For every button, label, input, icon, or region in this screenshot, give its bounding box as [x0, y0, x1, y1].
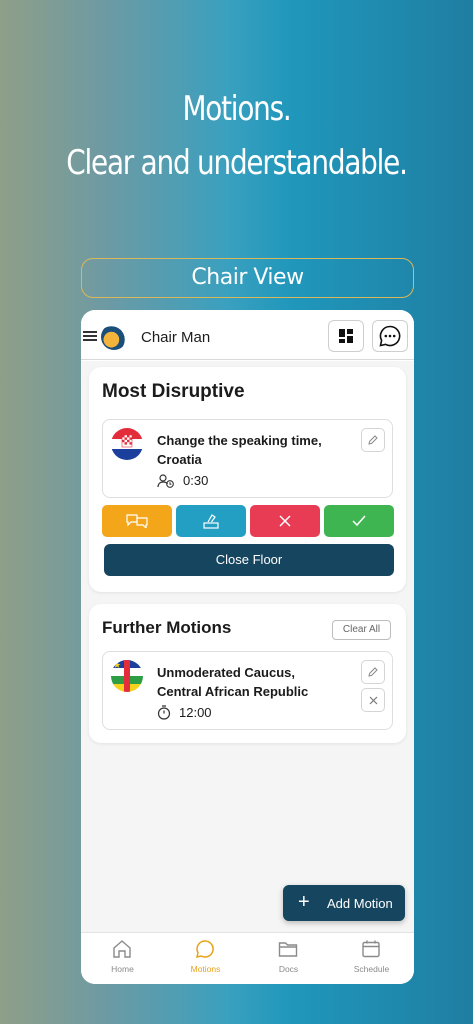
tab-home[interactable]: Home: [81, 933, 164, 984]
motion-title: Change the speaking time, Croatia: [157, 433, 322, 467]
add-motion-button[interactable]: + Add Motion: [283, 885, 405, 921]
further-motions-card: Further Motions Clear All Unmoderated Ca…: [89, 604, 406, 743]
tab-label: Motions: [190, 964, 221, 974]
stopwatch-icon: [157, 705, 171, 720]
time-value: 0:30: [183, 473, 209, 488]
card-title: Further Motions: [102, 618, 232, 637]
chat-bubble-icon: [195, 940, 214, 959]
tab-motions[interactable]: Motions: [164, 933, 247, 984]
chair-view-pill: Chair View: [81, 258, 414, 298]
action-buttons: [102, 505, 394, 537]
close-icon: [279, 515, 291, 527]
dashboard-icon: [339, 329, 353, 343]
speech-bubbles-icon: [126, 514, 148, 528]
tab-label: Docs: [278, 964, 299, 974]
chat-icon: [379, 325, 401, 347]
plus-icon: +: [298, 891, 310, 913]
tab-label: Home: [111, 964, 134, 974]
menu-icon[interactable]: [83, 331, 97, 341]
central-african-republic-flag: [111, 660, 143, 692]
croatia-flag: [111, 428, 143, 460]
pencil-icon: [368, 667, 378, 677]
headline: Motions. Clear and understandable.: [43, 82, 431, 190]
time-value: 12:00: [179, 705, 212, 720]
tab-docs[interactable]: Docs: [247, 933, 330, 984]
speaker-timer-icon: [157, 473, 174, 488]
pencil-icon: [368, 435, 378, 445]
remove-button[interactable]: [361, 688, 385, 712]
motion-item[interactable]: Unmoderated Caucus, Central African Repu…: [102, 651, 393, 730]
dashboard-button[interactable]: [328, 320, 364, 352]
folder-icon: [278, 942, 298, 957]
home-icon: [113, 940, 131, 958]
edit-button[interactable]: [361, 660, 385, 684]
check-icon: [352, 515, 366, 527]
tab-bar: Home Motions Docs Schedule: [81, 932, 414, 984]
speaking-time: 0:30: [157, 473, 208, 488]
card-title: Most Disruptive: [102, 381, 245, 402]
add-motion-label: Add Motion: [327, 896, 393, 911]
ballot-box-icon: [203, 514, 219, 529]
vote-button[interactable]: [176, 505, 246, 537]
top-bar: Chair Man: [81, 310, 414, 360]
clear-all-button[interactable]: Clear All: [332, 620, 391, 640]
tab-schedule[interactable]: Schedule: [330, 933, 413, 984]
calendar-icon: [362, 940, 380, 958]
edit-button[interactable]: [361, 428, 385, 452]
content-area: Most Disruptive Change the speaking time: [81, 361, 414, 933]
app-screen: Chair Man Most Disruptive Change the spe…: [81, 310, 414, 984]
user-name: Chair Man: [141, 329, 211, 346]
close-floor-button[interactable]: Close Floor: [104, 544, 394, 576]
headline-line-2: Clear and understandable.: [66, 143, 408, 183]
close-icon: [369, 696, 377, 704]
approve-button[interactable]: [324, 505, 394, 537]
motion-title: Unmoderated Caucus, Central African Repu…: [157, 665, 309, 699]
logo: [101, 324, 127, 350]
reject-button[interactable]: [250, 505, 320, 537]
chat-button[interactable]: [372, 320, 408, 352]
headline-line-1: Motions.: [182, 89, 291, 129]
caucus-time: 12:00: [157, 705, 212, 720]
tab-label: Schedule: [353, 964, 390, 974]
motion-item[interactable]: Change the speaking time, Croatia 0:30: [102, 419, 393, 498]
most-disruptive-card: Most Disruptive Change the speaking time: [89, 367, 406, 592]
discuss-button[interactable]: [102, 505, 172, 537]
